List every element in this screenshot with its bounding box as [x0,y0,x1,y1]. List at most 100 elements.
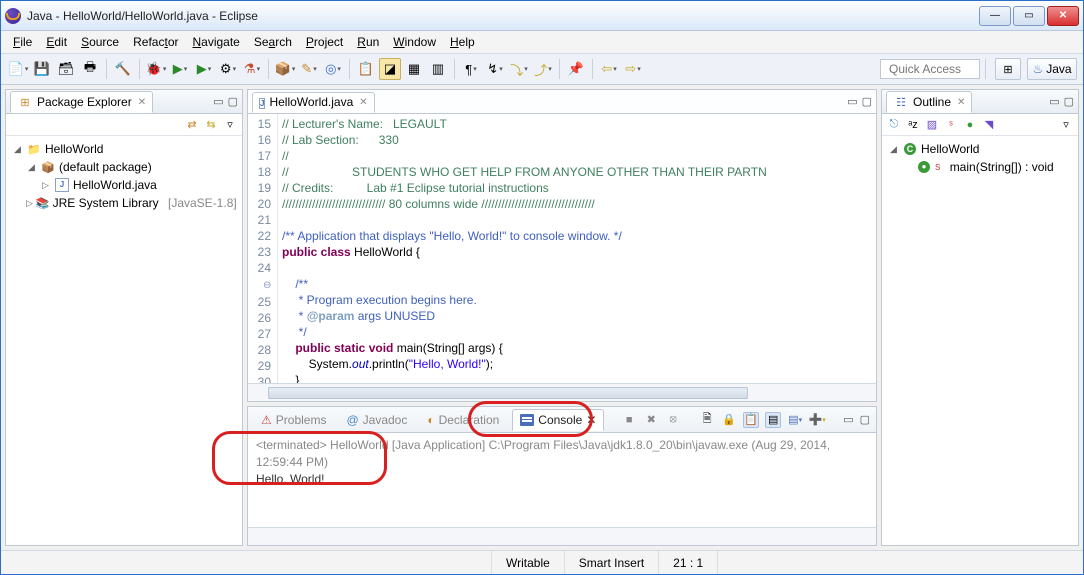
editor-tab[interactable]: J HelloWorld.java ✕ [252,92,375,113]
show-whitespace-button[interactable]: ¶▾ [460,58,482,80]
menu-project[interactable]: Project [300,33,349,51]
tree-default-package[interactable]: ◢📦(default package) [12,158,236,176]
maximize-bottom-button[interactable]: ▢ [860,413,870,426]
outline-method[interactable]: ●S main(String[]) : void [888,158,1072,176]
package-explorer-title: Package Explorer [37,95,132,109]
outline-tab[interactable]: ☷ Outline ✕ [886,91,972,113]
close-button[interactable]: ✕ [1047,6,1079,26]
terminate-button[interactable]: ■ [621,412,637,428]
remove-all-button[interactable]: ⦻ [665,412,681,428]
block-select-button[interactable]: ▥ [427,58,449,80]
bottom-panel: ⚠Problems @Javadoc ◐Declaration Console✕… [247,406,877,546]
package-tree[interactable]: ◢📁HelloWorld ◢📦(default package) ▷JHello… [6,136,242,545]
console-output[interactable]: <terminated> HelloWorld [Java Applicatio… [248,433,876,527]
menu-run[interactable]: Run [351,33,385,51]
menu-file[interactable]: File [7,33,38,51]
main-toolbar: 📄▾ 💾 🗃 🖶 🔨 🐞▾ ▶▾ ▶▾ ⚙▾ ⚗▾ 📦▾ ✎▾ ◎▾ 📋 ◪ ▦… [1,53,1083,85]
sort-button[interactable]: ᵃz [905,117,921,133]
minimize-editor-button[interactable]: ▭ [847,95,857,108]
mark-occurrences-button[interactable]: ▦ [403,58,425,80]
editor-tab-label: HelloWorld.java [269,95,353,109]
menu-window[interactable]: Window [387,33,442,51]
pin-console-button[interactable]: 📋 [743,412,759,428]
declaration-tab[interactable]: ◐Declaration [420,410,506,430]
hide-fields-button[interactable]: ▨ [924,117,940,133]
minimize-button[interactable]: — [979,6,1011,26]
maximize-button[interactable]: ▭ [1013,6,1045,26]
save-button[interactable]: 💾 [31,58,53,80]
status-writable: Writable [491,551,564,574]
link-editor-button[interactable]: ⇆ [203,117,219,133]
clear-console-button[interactable]: 🗎 [699,412,715,428]
console-output-line: Hello, World! [256,471,868,488]
view-menu-button[interactable]: ▿ [222,117,238,133]
ext-tools-button[interactable]: ⚗▾ [241,58,263,80]
titlebar: Java - HelloWorld/HelloWorld.java - Ecli… [1,1,1083,31]
quick-access-input[interactable] [880,59,980,79]
tree-project[interactable]: ◢📁HelloWorld [12,140,236,158]
bottom-tabstrip: ⚠Problems @Javadoc ◐Declaration Console✕… [248,407,876,433]
build-button[interactable]: 🔨 [112,58,134,80]
next-annotation-button[interactable]: ⤵▾ [508,58,530,80]
collapse-all-button[interactable]: ⇄ [184,117,200,133]
close-icon[interactable]: ✕ [138,97,146,108]
run-last-button[interactable]: ▶▾ [193,58,215,80]
minimize-outline-button[interactable]: ▭ [1049,95,1059,108]
back-button[interactable]: ⇦▾ [598,58,620,80]
hide-nonpublic-button[interactable]: ● [962,117,978,133]
annotation-nav-button[interactable]: ↯▾ [484,58,506,80]
minimize-view-button[interactable]: ▭ [213,95,223,108]
package-explorer-icon: ⊞ [17,94,33,110]
pin-editor-button[interactable]: 📌 [565,58,587,80]
new-class-button[interactable]: ✎▾ [298,58,320,80]
coverage-button[interactable]: ⚙▾ [217,58,239,80]
outline-menu-button[interactable]: ▿ [1058,117,1074,133]
maximize-outline-button[interactable]: ▢ [1064,95,1074,108]
menu-navigate[interactable]: Navigate [186,33,245,51]
open-perspective-button[interactable]: ⊞ [995,58,1021,80]
hide-local-button[interactable]: ◥ [981,117,997,133]
java-perspective-button[interactable]: ♨Java [1027,58,1077,80]
remove-launch-button[interactable]: ✖ [643,412,659,428]
problems-tab[interactable]: ⚠Problems [254,410,333,430]
code-content[interactable]: // Lecturer's Name: LEGAULT // Lab Secti… [278,114,876,383]
console-tab[interactable]: Console✕ [512,409,604,431]
open-task-button[interactable]: 📋 [355,58,377,80]
new-type-button[interactable]: ◎▾ [322,58,344,80]
prev-annotation-button[interactable]: ⤴▾ [532,58,554,80]
package-explorer-tab[interactable]: ⊞ Package Explorer ✕ [10,91,153,113]
javadoc-tab[interactable]: @Javadoc [339,410,414,430]
debug-button[interactable]: 🐞▾ [145,58,167,80]
new-package-button[interactable]: 📦▾ [274,58,296,80]
save-all-button[interactable]: 🗃 [55,58,77,80]
run-button[interactable]: ▶▾ [169,58,191,80]
display-console-button[interactable]: ▤ [765,412,781,428]
menu-search[interactable]: Search [248,33,298,51]
maximize-view-button[interactable]: ▢ [228,95,238,108]
code-editor[interactable]: 15161718192021222324⊖252627282930313233 … [248,114,876,383]
open-console-button[interactable]: ▤▾ [787,412,803,428]
menu-source[interactable]: Source [75,33,125,51]
new-button[interactable]: 📄▾ [7,58,29,80]
print-button[interactable]: 🖶 [79,58,101,80]
close-outline-icon[interactable]: ✕ [957,97,965,108]
close-editor-icon[interactable]: ✕ [359,97,367,108]
minimize-bottom-button[interactable]: ▭ [843,413,853,426]
forward-button[interactable]: ⇨▾ [622,58,644,80]
focus-button[interactable]: ⎋ [886,117,902,133]
close-console-icon[interactable]: ✕ [586,413,596,427]
console-hscrollbar[interactable] [248,527,876,545]
editor-hscrollbar[interactable] [248,383,876,401]
menu-refactor[interactable]: Refactor [127,33,184,51]
outline-class[interactable]: ◢CHelloWorld [888,140,1072,158]
toggle-breadcrumb-button[interactable]: ◪ [379,58,401,80]
tree-java-file[interactable]: ▷JHelloWorld.java [12,176,236,194]
new-console-button[interactable]: ➕▾ [809,412,825,428]
outline-tree[interactable]: ◢CHelloWorld ●S main(String[]) : void [882,136,1078,545]
maximize-editor-button[interactable]: ▢ [862,95,872,108]
menu-edit[interactable]: Edit [40,33,73,51]
tree-jre[interactable]: ▷📚JRE System Library [JavaSE-1.8] [12,194,236,212]
menu-help[interactable]: Help [444,33,481,51]
hide-static-button[interactable]: ˢ [943,117,959,133]
scroll-lock-button[interactable]: 🔒 [721,412,737,428]
